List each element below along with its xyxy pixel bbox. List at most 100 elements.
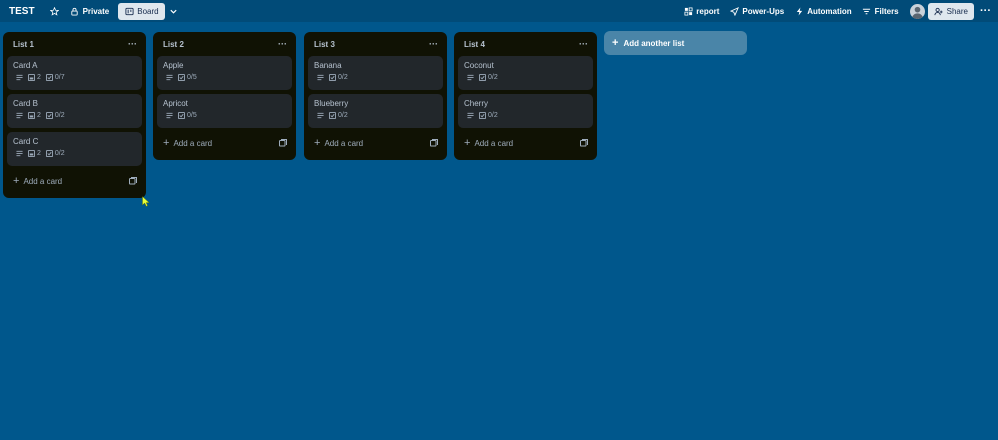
list-title[interactable]: List 1 bbox=[13, 40, 34, 49]
board-view-button[interactable]: Board bbox=[118, 2, 165, 20]
add-card-button[interactable]: + Add a card bbox=[157, 132, 292, 154]
report-button[interactable]: report bbox=[678, 3, 724, 20]
checklist-icon bbox=[479, 74, 486, 81]
card[interactable]: Apricot 0/5 bbox=[157, 94, 292, 128]
card-title: Coconut bbox=[464, 61, 494, 70]
checklist-badge: 0/7 bbox=[45, 74, 65, 81]
card-title: Card C bbox=[13, 137, 39, 146]
attachment-count: 2 bbox=[37, 74, 41, 81]
board-menu-button[interactable]: ··· bbox=[978, 5, 993, 17]
add-card-label: Add a card bbox=[474, 138, 514, 148]
card[interactable]: Coconut 0/2 bbox=[458, 56, 593, 90]
card-badges: 2 0/7 bbox=[13, 74, 136, 81]
checklist-count: 0/5 bbox=[187, 112, 197, 119]
add-card-button[interactable]: + Add a card bbox=[458, 132, 593, 154]
attachment-icon bbox=[28, 112, 35, 119]
add-card-label: Add a card bbox=[23, 176, 63, 186]
list-menu-button[interactable]: ··· bbox=[579, 39, 588, 49]
template-icon[interactable] bbox=[430, 139, 438, 147]
template-icon[interactable] bbox=[279, 139, 287, 147]
plus-icon: + bbox=[13, 174, 20, 187]
user-plus-icon bbox=[934, 6, 944, 16]
description-badge bbox=[166, 74, 173, 81]
visibility-button[interactable]: Private bbox=[65, 3, 115, 20]
attachment-badge: 2 bbox=[28, 74, 41, 81]
description-icon bbox=[16, 150, 23, 157]
card[interactable]: Cherry 0/2 bbox=[458, 94, 593, 128]
card-badges: 0/2 bbox=[314, 74, 437, 81]
card-badges: 0/2 bbox=[464, 74, 587, 81]
card[interactable]: Apple 0/5 bbox=[157, 56, 292, 90]
list-header[interactable]: List 3 ··· bbox=[308, 32, 443, 56]
description-badge bbox=[16, 74, 23, 81]
power-ups-button[interactable]: Power-Ups bbox=[724, 3, 789, 20]
add-card-button[interactable]: + Add a card bbox=[7, 170, 142, 192]
add-list-button[interactable]: + Add another list bbox=[604, 31, 747, 55]
list-title[interactable]: List 4 bbox=[464, 40, 485, 49]
description-icon bbox=[467, 74, 474, 81]
template-icon[interactable] bbox=[580, 139, 588, 147]
list-menu-button[interactable]: ··· bbox=[278, 39, 287, 49]
star-icon bbox=[50, 6, 60, 16]
card-title: Apple bbox=[163, 61, 184, 70]
card-badges: 0/5 bbox=[163, 74, 286, 81]
star-button[interactable] bbox=[45, 3, 65, 20]
list-header[interactable]: List 2 ··· bbox=[157, 32, 292, 56]
card[interactable]: Banana 0/2 bbox=[308, 56, 443, 90]
description-badge bbox=[166, 112, 173, 119]
description-badge bbox=[467, 112, 474, 119]
list-header[interactable]: List 1 ··· bbox=[7, 32, 142, 56]
card[interactable]: Blueberry 0/2 bbox=[308, 94, 443, 128]
checklist-badge: 0/2 bbox=[329, 112, 348, 119]
board-title[interactable]: TEST bbox=[9, 6, 35, 17]
report-label: report bbox=[696, 6, 720, 16]
card-title: Apricot bbox=[163, 99, 188, 108]
card[interactable]: Card B 2 0/2 bbox=[7, 94, 142, 128]
list-2: List 2 ··· Apple 0/5 Apricot 0/5 + Add a… bbox=[153, 32, 296, 160]
add-card-button[interactable]: + Add a card bbox=[308, 132, 443, 154]
share-label: Share bbox=[946, 6, 968, 16]
plus-icon: + bbox=[314, 136, 321, 149]
description-icon bbox=[166, 74, 173, 81]
card[interactable]: Card C 2 0/2 bbox=[7, 132, 142, 166]
checklist-count: 0/2 bbox=[338, 74, 348, 81]
description-icon bbox=[467, 112, 474, 119]
list-title[interactable]: List 3 bbox=[314, 40, 335, 49]
plus-icon: + bbox=[163, 136, 170, 149]
board-view-icon bbox=[124, 6, 134, 16]
template-icon[interactable] bbox=[129, 177, 137, 185]
automation-button[interactable]: Automation bbox=[789, 3, 856, 20]
attachment-count: 2 bbox=[37, 112, 41, 119]
list-menu-button[interactable]: ··· bbox=[128, 39, 137, 49]
card[interactable]: Card A 2 0/7 bbox=[7, 56, 142, 90]
filters-button[interactable]: Filters bbox=[857, 3, 904, 20]
list-header[interactable]: List 4 ··· bbox=[458, 32, 593, 56]
plus-icon: + bbox=[612, 36, 619, 49]
checklist-icon bbox=[479, 112, 486, 119]
list-4: List 4 ··· Coconut 0/2 Cherry 0/2 + Add … bbox=[454, 32, 597, 160]
list-menu-button[interactable]: ··· bbox=[429, 39, 438, 49]
checklist-badge: 0/2 bbox=[479, 74, 498, 81]
add-card-label: Add a card bbox=[324, 138, 364, 148]
checklist-icon bbox=[329, 74, 336, 81]
description-icon bbox=[317, 112, 324, 119]
chevron-down-icon bbox=[169, 6, 179, 16]
description-badge bbox=[317, 112, 324, 119]
description-icon bbox=[317, 74, 324, 81]
attachment-count: 2 bbox=[37, 150, 41, 157]
share-button[interactable]: Share bbox=[927, 2, 974, 20]
checklist-icon bbox=[45, 150, 53, 157]
mouse-cursor-icon bbox=[142, 196, 150, 207]
list-title[interactable]: List 2 bbox=[163, 40, 184, 49]
checklist-icon bbox=[45, 74, 53, 81]
description-badge bbox=[16, 150, 23, 157]
member-avatar[interactable] bbox=[909, 3, 925, 19]
description-icon bbox=[166, 112, 173, 119]
card-title: Card A bbox=[13, 61, 38, 70]
checklist-count: 0/2 bbox=[54, 112, 65, 119]
checklist-badge: 0/2 bbox=[45, 150, 65, 157]
automation-label: Automation bbox=[807, 6, 852, 16]
checklist-badge: 0/5 bbox=[178, 112, 197, 119]
view-switcher-button[interactable] bbox=[165, 3, 183, 20]
attachment-badge: 2 bbox=[28, 150, 41, 157]
